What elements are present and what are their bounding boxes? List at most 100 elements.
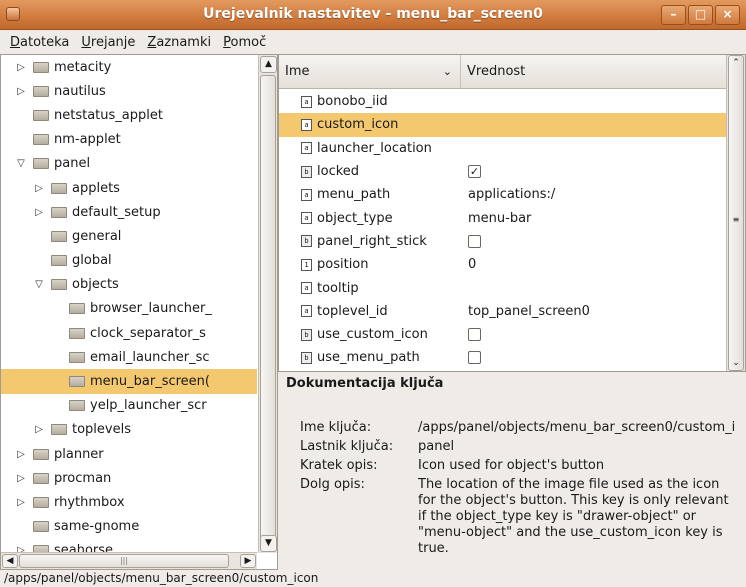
scroll-thumb[interactable]: ||| [19, 554, 229, 568]
tree-item-label: general [72, 228, 122, 244]
tree-item[interactable]: ▷ nautilus [1, 79, 257, 103]
tree-item[interactable]: ▷ toplevels [1, 418, 257, 442]
value-checkbox[interactable]: ✓ [468, 165, 481, 179]
value-checkbox[interactable] [468, 328, 481, 342]
tree-vertical-scrollbar[interactable]: ▲ ▼ [258, 55, 277, 553]
value-checkbox[interactable] [468, 234, 481, 248]
folder-icon [51, 206, 67, 218]
scroll-up-icon[interactable]: ▲ [260, 56, 277, 73]
key-row[interactable]: b locked ✓ [279, 160, 727, 183]
doc-row-owner: Lastnik ključa: panel [300, 439, 740, 454]
menu-urejanje[interactable]: Urejanje [75, 35, 141, 50]
boolean-type-icon: b [301, 165, 312, 178]
tree-item[interactable]: ▽ panel [1, 152, 257, 176]
scroll-down-icon[interactable]: ⌄ [729, 358, 743, 368]
value-checkbox[interactable] [468, 351, 481, 365]
tree-item[interactable]: ▷ planner [1, 442, 257, 466]
tree-item[interactable]: ▽ objects [1, 273, 257, 297]
tree-item[interactable]: ▷ metacity [1, 55, 257, 79]
key-row[interactable]: a bonobo_iid [279, 90, 727, 113]
menu-label: omoč [230, 34, 267, 50]
tree-horizontal-scrollbar[interactable]: ◀ ||| ▶ [1, 552, 257, 569]
tree-item-label: netstatus_applet [54, 107, 163, 123]
scroll-up-icon[interactable]: ⌃ [729, 58, 743, 68]
key-row[interactable]: a toplevel_id top_panel_screen0 [279, 300, 727, 323]
key-value-cell[interactable]: top_panel_screen0 [466, 304, 590, 319]
expand-arrow-icon[interactable]: ▷ [33, 207, 45, 218]
key-name: use_menu_path [317, 350, 420, 366]
doc-label: Kratek opis: [300, 458, 378, 473]
string-type-icon: a [301, 95, 312, 108]
key-name-cell: a toplevel_id [279, 304, 466, 319]
tree-item[interactable]: ▷ default_setup [1, 200, 257, 224]
column-header-name[interactable]: Ime ⌄ [279, 55, 461, 88]
key-value-cell[interactable]: 0 [466, 257, 476, 272]
tree-item[interactable]: yelp_launcher_scr [1, 394, 257, 418]
key-value-cell[interactable]: ✓ [466, 165, 481, 179]
tree-item[interactable]: ▷ applets [1, 176, 257, 200]
key-row[interactable]: 1 position 0 [279, 253, 727, 276]
doc-value[interactable]: /apps/panel/objects/menu_bar_screen0/cus… [418, 420, 740, 435]
key-value-cell[interactable] [466, 234, 481, 248]
key-row[interactable]: a object_type menu-bar [279, 206, 727, 229]
tree-item[interactable]: ▷ rhythmbox [1, 490, 257, 514]
doc-table: Ime ključa: /apps/panel/objects/menu_bar… [300, 420, 740, 561]
scroll-thumb[interactable] [728, 55, 744, 371]
menu-accelerator: P [223, 34, 231, 50]
column-header-value[interactable]: Vrednost [461, 64, 525, 79]
tree-item[interactable]: same-gnome [1, 515, 257, 539]
menu-pomoč[interactable]: Pomoč [217, 35, 272, 50]
scroll-right-icon[interactable]: ▶ [240, 554, 256, 568]
maximize-button[interactable]: □ [688, 5, 713, 25]
key-value-cell[interactable] [466, 351, 481, 365]
chevron-down-icon: ⌄ [442, 65, 452, 78]
expand-arrow-icon[interactable]: ▷ [15, 62, 27, 73]
key-value-cell[interactable] [466, 328, 481, 342]
menu-label: rejanje [90, 34, 136, 50]
tree-item[interactable]: ▷ procman [1, 466, 257, 490]
doc-value[interactable]: panel [418, 439, 740, 454]
key-row[interactable]: a menu_path applications:/ [279, 183, 727, 206]
key-name-cell: a custom_icon [279, 117, 466, 132]
key-value-cell[interactable]: menu-bar [466, 211, 531, 226]
key-documentation: Dokumentacija ključa Ime ključa: /apps/p… [278, 372, 746, 570]
expand-arrow-icon[interactable]: ▷ [33, 424, 45, 435]
key-value-cell[interactable]: applications:/ [466, 187, 555, 202]
key-row[interactable]: b use_menu_path [279, 346, 727, 369]
keys-vertical-scrollbar[interactable]: ⌃ ≡ ⌄ [726, 55, 745, 371]
key-row[interactable]: a custom_icon [279, 113, 727, 137]
minimize-button[interactable]: – [661, 5, 686, 25]
doc-value[interactable]: The location of the image file used as t… [418, 477, 740, 557]
key-row[interactable]: b panel_right_stick [279, 230, 727, 253]
tree-item[interactable]: general [1, 224, 257, 248]
tree-item[interactable]: ▷ seahorse [1, 539, 257, 553]
close-button[interactable]: × [715, 5, 740, 25]
menu-datoteka[interactable]: Datoteka [4, 35, 75, 50]
tree-item[interactable]: menu_bar_screen( [1, 369, 257, 394]
tree-item[interactable]: nm-applet [1, 128, 257, 152]
collapse-arrow-icon[interactable]: ▽ [33, 279, 45, 290]
key-row[interactable]: a tooltip [279, 276, 727, 299]
expand-arrow-icon[interactable]: ▷ [33, 183, 45, 194]
scroll-left-icon[interactable]: ◀ [2, 554, 18, 568]
collapse-arrow-icon[interactable]: ▽ [15, 158, 27, 169]
tree-item[interactable]: clock_separator_s [1, 321, 257, 345]
tree-item[interactable]: global [1, 249, 257, 273]
menu-zaznamki[interactable]: Zaznamki [141, 35, 217, 50]
menu-label: aznamki [156, 34, 212, 50]
key-row[interactable]: a launcher_location [279, 137, 727, 160]
expand-arrow-icon[interactable]: ▷ [15, 497, 27, 508]
expand-arrow-icon[interactable]: ▷ [15, 473, 27, 484]
doc-value[interactable]: Icon used for object's button [418, 458, 740, 473]
tree-item[interactable]: email_launcher_sc [1, 345, 257, 369]
folder-icon [51, 255, 67, 267]
scroll-down-icon[interactable]: ▼ [260, 535, 277, 552]
key-row[interactable]: b use_custom_icon [279, 323, 727, 346]
expand-arrow-icon[interactable]: ▷ [15, 449, 27, 460]
tree-item[interactable]: browser_launcher_ [1, 297, 257, 321]
folder-icon [69, 327, 85, 339]
expand-arrow-icon[interactable]: ▷ [15, 86, 27, 97]
tree-item[interactable]: netstatus_applet [1, 103, 257, 127]
scroll-thumb[interactable] [260, 75, 276, 547]
title-bar[interactable]: Urejevalnik nastavitev - menu_bar_screen… [0, 0, 746, 30]
